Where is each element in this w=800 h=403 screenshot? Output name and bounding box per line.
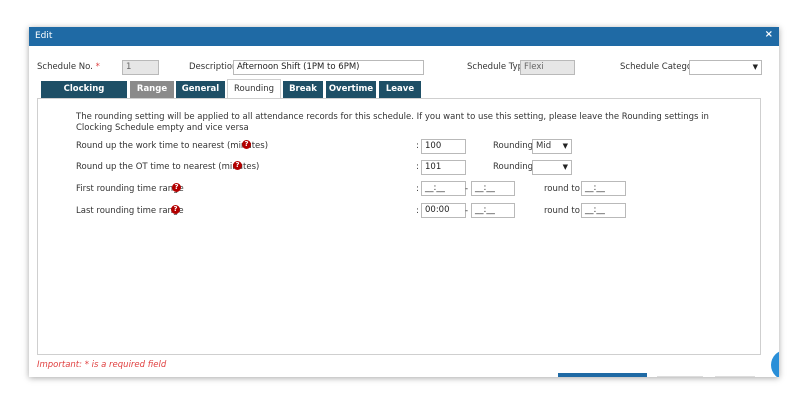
tab-overtime[interactable]: Overtime — [326, 81, 376, 98]
work-time-label: Round up the work time to nearest (minut… — [76, 141, 269, 151]
work-rounding-value: Mid — [536, 141, 552, 151]
chevron-down-icon: ▼ — [752, 63, 758, 71]
close-icon[interactable]: × — [765, 29, 773, 40]
tab-rounding[interactable]: Rounding — [227, 79, 281, 98]
ot-time-label: Round up the OT time to nearest (minutes… — [76, 162, 260, 172]
footer-button[interactable] — [715, 376, 755, 377]
tab-leave[interactable]: Leave — [379, 81, 421, 98]
help-icon[interactable]: ? — [171, 205, 180, 214]
first-range-to-input[interactable]: __:__ — [471, 181, 515, 196]
first-range-from-input[interactable]: __:__ — [421, 181, 466, 196]
dialog-title: Edit — [35, 31, 53, 41]
range-dash: - — [465, 206, 469, 216]
colon: : — [416, 162, 419, 172]
ot-rounding-select[interactable]: ▼ — [532, 160, 572, 175]
schedule-category-select[interactable]: ▼ — [689, 60, 762, 75]
last-range-label: Last rounding time range — [76, 206, 184, 216]
required-field-note: Important: * is a required field — [37, 360, 167, 370]
last-range-from-input[interactable]: 00:00 — [421, 203, 466, 218]
schedule-no-label: Schedule No. * — [37, 62, 100, 72]
rounding-note: The rounding setting will be applied to … — [76, 112, 709, 133]
required-mark: * — [95, 62, 100, 72]
tab-range[interactable]: Range — [130, 81, 174, 98]
colon: : — [416, 206, 419, 216]
colon: : — [416, 141, 419, 151]
range-dash: - — [465, 184, 469, 194]
description-field[interactable]: Afternoon Shift (1PM to 6PM) — [233, 60, 424, 75]
work-rounding-select[interactable]: Mid ▼ — [532, 139, 572, 154]
tab-clocking-schedule[interactable]: Clocking Schedule — [41, 81, 127, 111]
colon: : — [416, 184, 419, 194]
chevron-down-icon: ▼ — [562, 142, 568, 150]
help-icon[interactable]: ? — [233, 161, 242, 170]
first-round-to-label: round to — [544, 184, 580, 194]
work-time-minutes-input[interactable]: 100 — [421, 139, 466, 154]
schedule-no-field[interactable]: 1 — [122, 60, 159, 75]
description-label: Description — [189, 62, 238, 72]
tab-general[interactable]: General — [176, 81, 225, 98]
work-rounding-label: Rounding — [493, 141, 534, 151]
rounding-panel — [37, 98, 761, 355]
dialog-titlebar: Edit × — [29, 27, 779, 46]
ot-time-minutes-input[interactable]: 101 — [421, 160, 466, 175]
first-range-label: First rounding time range — [76, 184, 184, 194]
ot-rounding-label: Rounding — [493, 162, 534, 172]
last-range-to-input[interactable]: __:__ — [471, 203, 515, 218]
chevron-down-icon: ▼ — [562, 163, 568, 171]
last-round-to-input[interactable]: __:__ — [581, 203, 626, 218]
tab-break[interactable]: Break — [283, 81, 323, 98]
floating-action-button[interactable] — [771, 350, 779, 377]
first-round-to-input[interactable]: __:__ — [581, 181, 626, 196]
save-button[interactable] — [558, 373, 647, 377]
edit-dialog: Edit × Schedule No. * 1 Description Afte… — [29, 27, 779, 377]
footer-button[interactable] — [657, 376, 703, 377]
schedule-type-field[interactable]: Flexi — [520, 60, 575, 75]
last-round-to-label: round to — [544, 206, 580, 216]
help-icon[interactable]: ? — [172, 183, 181, 192]
schedule-no-label-text: Schedule No. — [37, 62, 93, 72]
help-icon[interactable]: ? — [242, 140, 251, 149]
